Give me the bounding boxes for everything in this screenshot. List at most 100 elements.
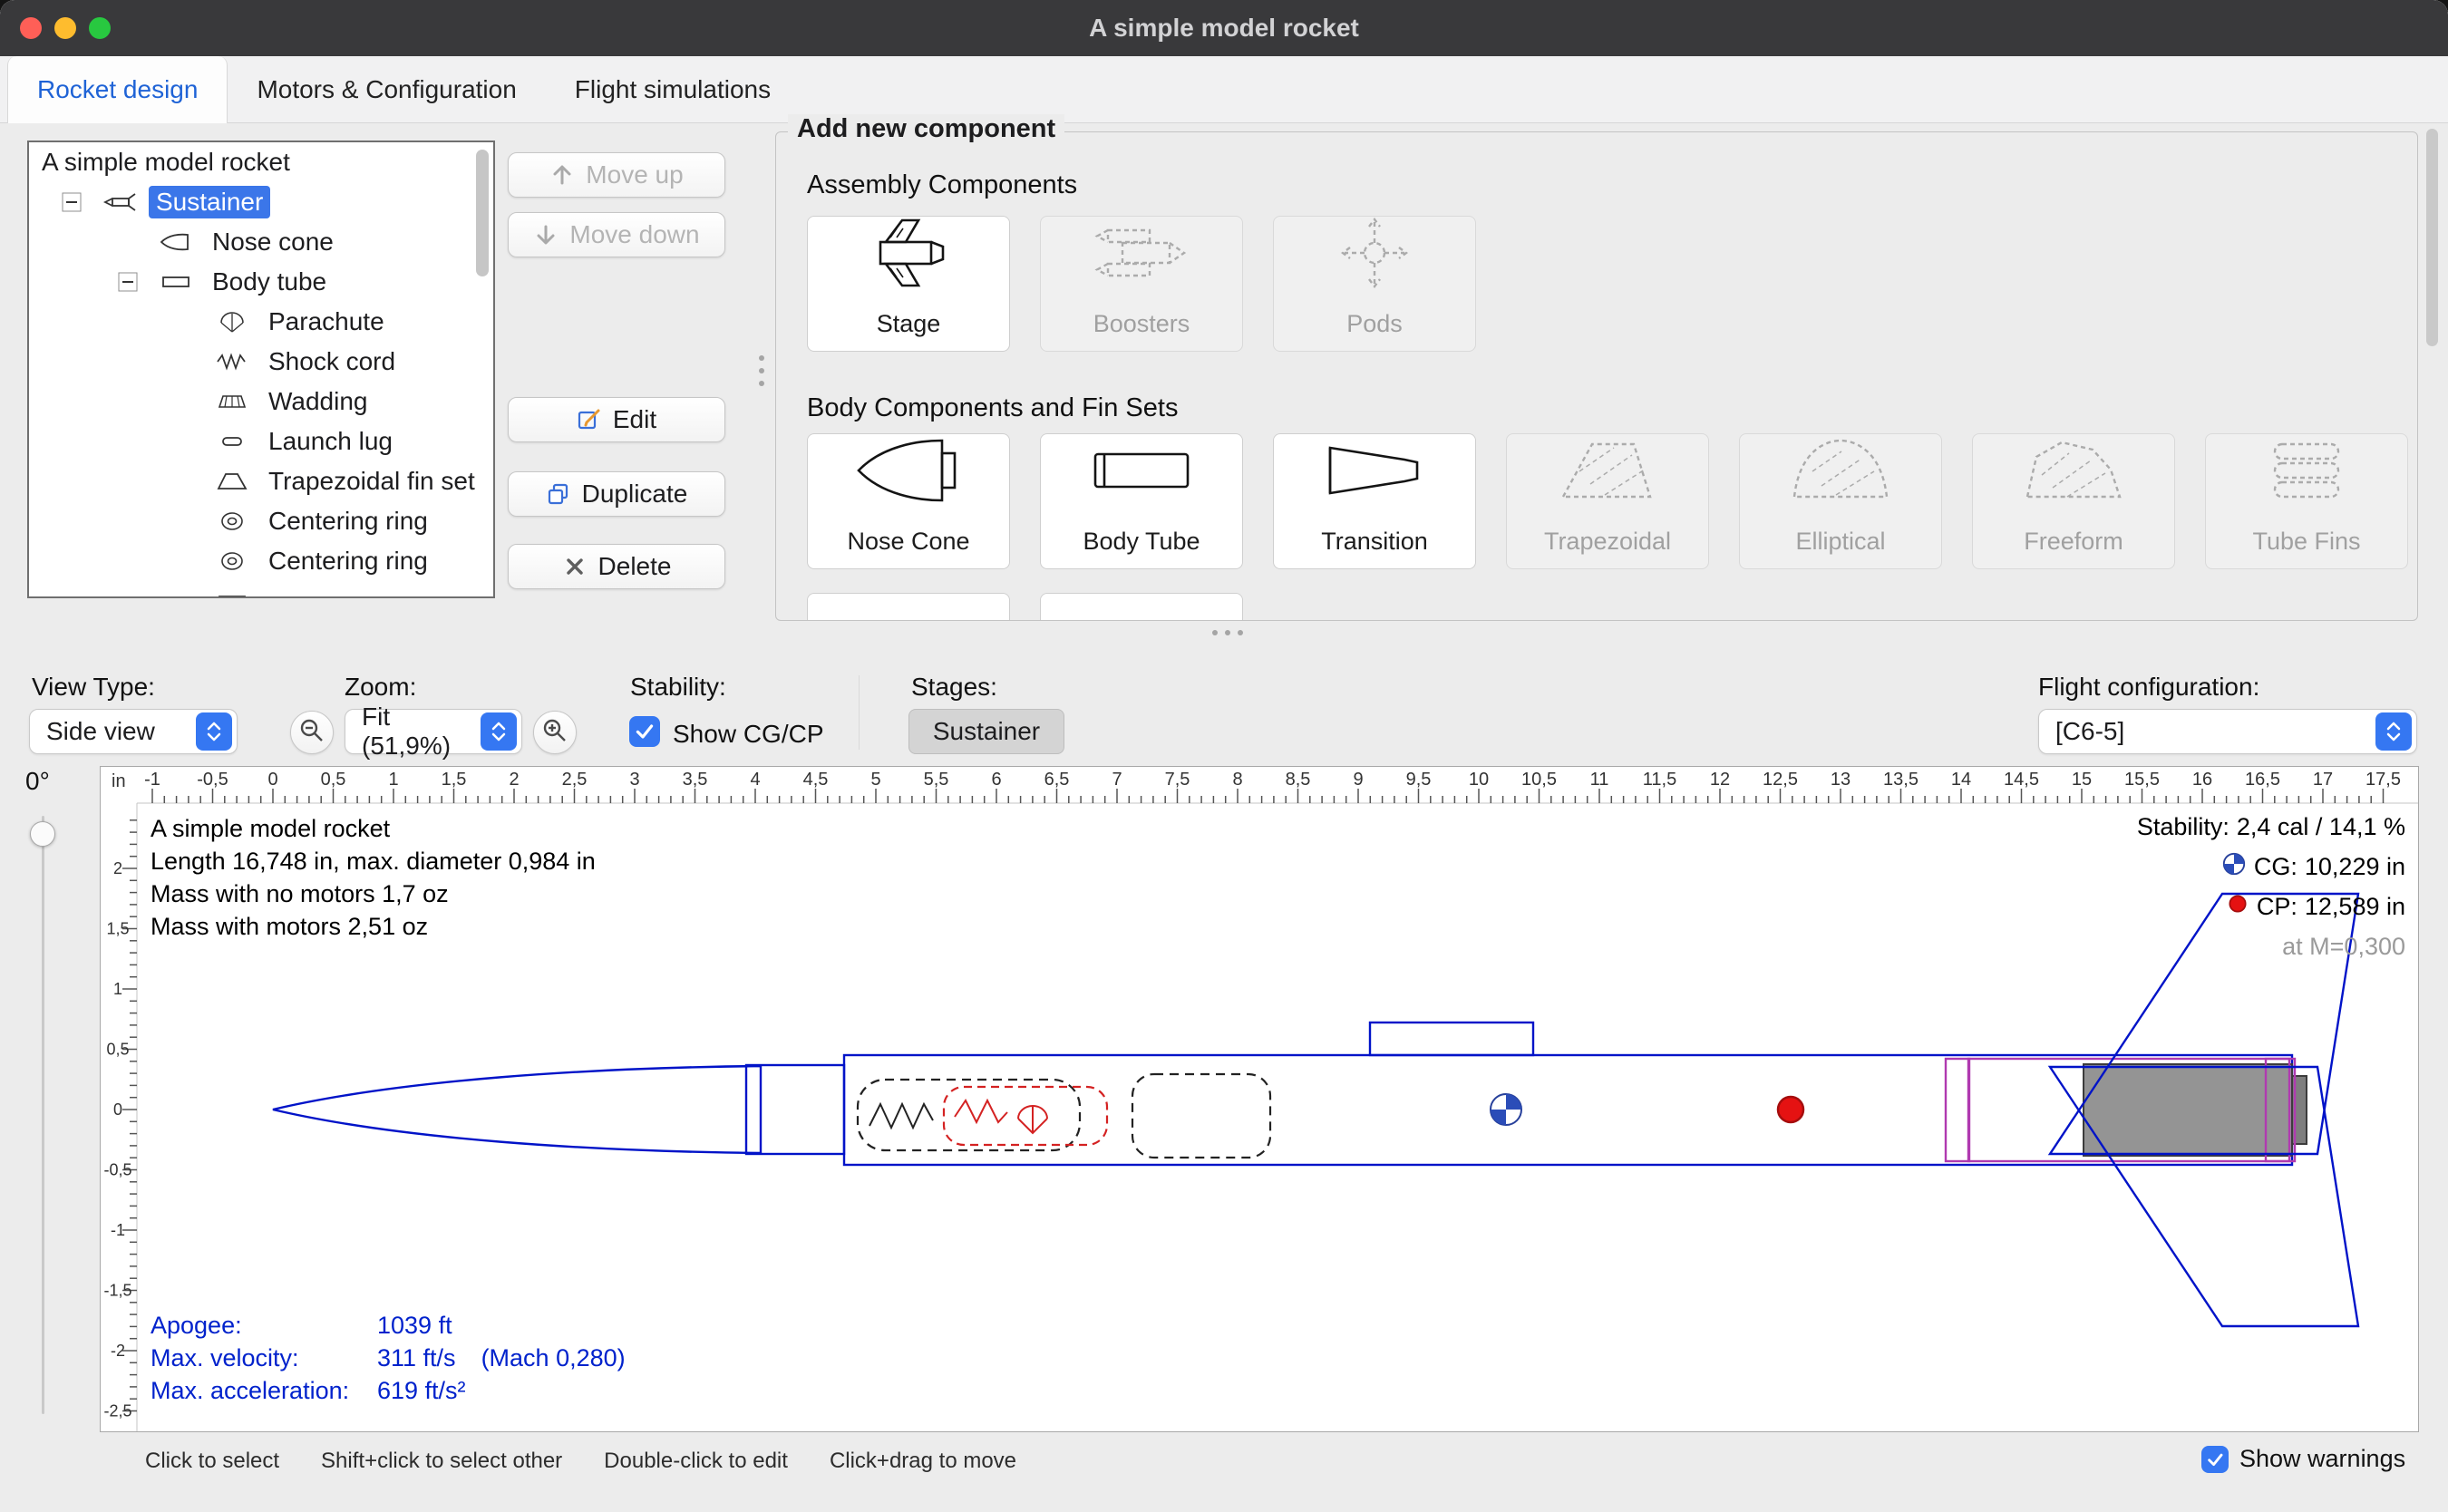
tree-item-label: Centering ring	[261, 505, 435, 538]
view-type-select[interactable]: Side view	[29, 709, 238, 754]
mach-note: at M=0,300	[2282, 933, 2405, 961]
svg-text:-0,5: -0,5	[197, 770, 228, 790]
tree-item-body-tube[interactable]: Body tube	[29, 262, 493, 302]
card-label: Stage	[877, 310, 941, 338]
rocket-length-text: Length 16,748 in, max. diameter 0,984 in	[151, 845, 596, 877]
motor[interactable]	[2084, 1064, 2307, 1156]
cg-label: CG:	[2254, 853, 2297, 881]
stage-sustainer-toggle[interactable]: Sustainer	[908, 709, 1064, 754]
flight-stats-block: Apogee: 1039 ft Max. velocity: 311 ft/s …	[151, 1309, 626, 1407]
svg-text:10,5: 10,5	[1521, 770, 1557, 790]
tree-item-parachute[interactable]: Parachute	[29, 302, 493, 342]
rocket-mass-motors-text: Mass with motors 2,51 oz	[151, 910, 596, 943]
panel-splitter-grip[interactable]	[758, 355, 765, 397]
bodytube-icon	[214, 588, 254, 598]
tree-scrollbar[interactable]	[476, 150, 489, 276]
assembly-components-heading: Assembly Components	[807, 170, 1077, 200]
toolbar-separator	[859, 675, 860, 750]
transition-icon	[1316, 427, 1433, 514]
arrow-up-icon	[549, 162, 575, 188]
svg-text:3,5: 3,5	[683, 770, 708, 790]
tree-item-sustainer[interactable]: Sustainer	[29, 182, 493, 222]
internal-components[interactable]	[858, 1074, 1270, 1158]
launch-lug-outline	[1370, 1023, 1533, 1055]
collapse-toggle-icon[interactable]	[62, 192, 82, 212]
tab-flight-simulations[interactable]: Flight simulations	[546, 56, 800, 123]
max-velocity-label: Max. velocity:	[151, 1344, 377, 1372]
svg-text:4: 4	[750, 770, 760, 790]
delete-x-icon	[562, 554, 588, 579]
divider-grip[interactable]	[1212, 629, 1254, 636]
rotation-slider-thumb[interactable]	[30, 821, 55, 847]
window-scrollbar[interactable]	[2426, 129, 2438, 346]
hint-bar: Click to selectShift+click to select oth…	[145, 1449, 1016, 1474]
tree-item-centering-ring[interactable]: Centering ring	[29, 501, 493, 541]
rocket-side-view[interactable]	[273, 1023, 2292, 1165]
hint-click-drag-to-move: Click+drag to move	[830, 1449, 1016, 1474]
svg-text:-2: -2	[111, 1342, 125, 1360]
add-component-panel: Assembly Components Stage Boosters Pods Bo…	[775, 131, 2418, 621]
zoom-in-button[interactable]	[533, 711, 577, 754]
card-label: Boosters	[1093, 310, 1190, 338]
rocket-name-text: A simple model rocket	[151, 812, 596, 845]
wadding-icon	[214, 389, 254, 414]
stability-info-block: Stability: 2,4 cal / 14,1 % CG: 10,229 i…	[2137, 807, 2405, 966]
delete-button[interactable]: Delete	[508, 544, 725, 589]
tab-rocket-design[interactable]: Rocket design	[7, 56, 228, 123]
chevron-updown-icon	[481, 712, 517, 751]
apogee-value: 1039 ft	[377, 1312, 452, 1340]
show-warnings-checkbox[interactable]	[2201, 1446, 2229, 1473]
card-label: Elliptical	[1795, 528, 1885, 556]
apogee-label: Apogee:	[151, 1312, 377, 1340]
card-label: Tube Fins	[2252, 528, 2360, 556]
tree-item-label: Wadding	[261, 385, 374, 418]
card-label: Pods	[1346, 310, 1403, 338]
card-label: Nose Cone	[847, 528, 969, 556]
add-body-tube-card[interactable]: Body Tube	[1040, 433, 1243, 569]
centering-icon	[214, 548, 254, 574]
tree-item-wadding[interactable]: Wadding	[29, 382, 493, 422]
svg-text:12,5: 12,5	[1763, 770, 1798, 790]
component-tree[interactable]: A simple model rocket SustainerNose cone…	[27, 141, 495, 598]
flight-configuration-select[interactable]: [C6-5]	[2038, 709, 2417, 754]
tree-item-trapezoidal-fin-set[interactable]: Trapezoidal fin set	[29, 461, 493, 501]
tree-item-centering-ring[interactable]: Centering ring	[29, 541, 493, 581]
zoom-select[interactable]: Fit (51,9%)	[345, 709, 522, 754]
add-stage-card[interactable]: Stage	[807, 216, 1010, 352]
tree-item-launch-lug[interactable]: Launch lug	[29, 422, 493, 461]
tab-motors-configuration[interactable]: Motors & Configuration	[228, 56, 545, 123]
tree-root-label[interactable]: A simple model rocket	[29, 142, 493, 182]
svg-text:4,5: 4,5	[803, 770, 829, 790]
tree-item-nose-cone[interactable]: Nose cone	[29, 222, 493, 262]
zoom-value: Fit (51,9%)	[362, 703, 481, 761]
show-cgcp-checkbox[interactable]	[629, 716, 660, 747]
svg-text:11,5: 11,5	[1643, 770, 1676, 790]
freeform-icon	[2015, 427, 2132, 514]
cp-icon	[2226, 892, 2249, 922]
app-window: A simple model rocket Rocket design Moto…	[0, 0, 2448, 1512]
shockcord-icon	[214, 349, 254, 374]
tube-fins-icon	[2248, 427, 2365, 514]
collapse-toggle-icon[interactable]	[118, 272, 138, 292]
rotation-angle-label: 0°	[25, 767, 50, 796]
shock-cord-outline	[944, 1087, 1107, 1145]
launchlug-icon	[214, 429, 254, 454]
add-nose-cone-card[interactable]: Nose Cone	[807, 433, 1010, 569]
nose-cone-icon	[850, 427, 967, 514]
zoom-out-button[interactable]	[290, 711, 334, 754]
duplicate-button[interactable]: Duplicate	[508, 471, 725, 517]
svg-text:9: 9	[1353, 770, 1363, 790]
svg-text:14,5: 14,5	[2004, 770, 2039, 790]
tree-item-shock-cord[interactable]: Shock cord	[29, 342, 493, 382]
add-transition-card[interactable]: Transition	[1273, 433, 1476, 569]
stability-label: Stability:	[630, 673, 726, 702]
edit-label: Edit	[613, 405, 656, 434]
svg-text:1,5: 1,5	[442, 770, 467, 790]
edit-button[interactable]: Edit	[508, 397, 725, 442]
arrow-down-icon	[533, 222, 559, 247]
centering-ring-outline	[1946, 1059, 1969, 1161]
stage-icon	[850, 209, 967, 296]
rocket-canvas[interactable]: -1-0,500,511,522,533,544,555,566,577,588…	[100, 766, 2419, 1432]
card-label: Freeform	[2024, 528, 2123, 556]
tree-item-item[interactable]	[29, 581, 493, 598]
